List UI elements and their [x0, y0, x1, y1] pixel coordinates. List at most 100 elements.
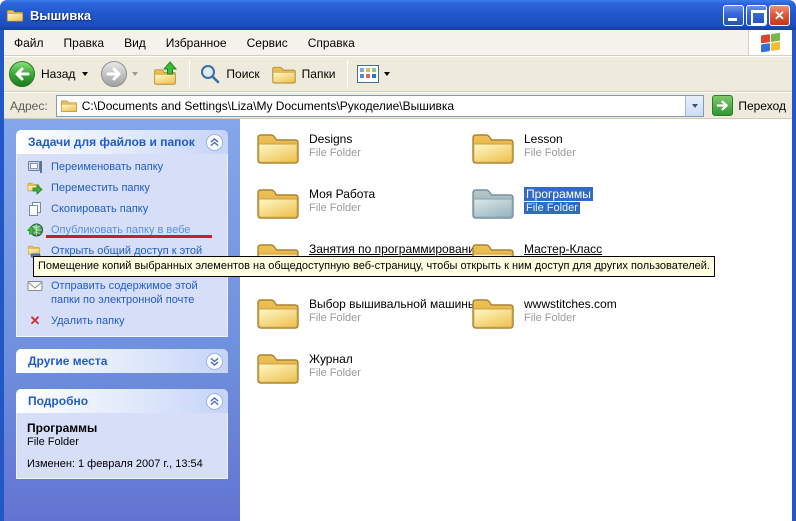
- address-dropdown-button[interactable]: [685, 96, 703, 116]
- up-button[interactable]: [152, 61, 178, 87]
- tasks-panel-title: Задачи для файлов и папок: [28, 135, 206, 149]
- menu-help[interactable]: Справка: [298, 32, 365, 54]
- task-label[interactable]: Отправить содержимое этой папки по элект…: [51, 279, 211, 307]
- search-label: Поиск: [226, 67, 259, 81]
- forward-dropdown-icon[interactable]: [132, 72, 138, 76]
- address-label: Адрес:: [10, 99, 48, 113]
- task-label[interactable]: Скопировать папку: [51, 202, 148, 216]
- folder-name: Программы: [524, 187, 593, 201]
- details-panel: Подробно Программы File Folder Изменен: …: [16, 389, 228, 479]
- task-move-folder[interactable]: Переместить папку: [27, 181, 219, 195]
- search-button[interactable]: Поиск: [195, 63, 266, 85]
- folder-item-lesson[interactable]: Lesson File Folder: [470, 128, 682, 166]
- other-places-title: Другие места: [28, 354, 206, 368]
- folder-name: Lesson: [524, 132, 576, 146]
- content-area: Задачи для файлов и папок Пе: [4, 119, 792, 521]
- task-label[interactable]: Переместить папку: [51, 181, 150, 195]
- tasks-panel-header[interactable]: Задачи для файлов и папок: [16, 130, 228, 154]
- task-pane-sidebar: Задачи для файлов и папок Пе: [4, 119, 240, 521]
- folder-type: File Folder: [524, 202, 580, 214]
- folder-icon: [470, 128, 516, 166]
- address-folder-icon: [60, 98, 78, 113]
- folder-icon: [255, 128, 301, 166]
- window-folder-icon: [6, 7, 24, 23]
- folder-icon-selected: [470, 183, 516, 221]
- details-item-type: File Folder: [27, 436, 217, 448]
- other-places-panel: Другие места: [16, 349, 228, 373]
- windows-flag-icon: [761, 32, 781, 53]
- minimize-button[interactable]: [723, 5, 744, 26]
- toolbar-separator: [189, 60, 190, 88]
- back-icon: [8, 60, 36, 88]
- folder-name: Занятия по программированию: [309, 242, 484, 256]
- explorer-window: Вышивка Файл Правка Вид Избранное Сервис…: [0, 0, 796, 521]
- address-input[interactable]: C:\Documents and Settings\Liza\My Docume…: [56, 95, 705, 117]
- maximize-button[interactable]: [746, 5, 767, 26]
- folder-type: File Folder: [309, 146, 361, 160]
- folder-item-vybor-mashiny[interactable]: Выбор вышивальной машины File Folder: [255, 293, 467, 331]
- go-button[interactable]: [712, 95, 733, 116]
- task-email-folder[interactable]: Отправить содержимое этой папки по элект…: [27, 279, 219, 307]
- folder-type: File Folder: [309, 366, 361, 380]
- up-arrow-icon: [162, 61, 178, 75]
- move-folder-icon: [27, 181, 43, 195]
- folder-name: Моя Работа: [309, 187, 375, 201]
- folder-type: File Folder: [524, 311, 617, 325]
- menu-favorites[interactable]: Избранное: [156, 32, 237, 54]
- back-dropdown-icon[interactable]: [82, 72, 88, 76]
- publish-folder-icon: [27, 223, 43, 237]
- menu-view[interactable]: Вид: [114, 32, 156, 54]
- annotation-red-underline: [46, 235, 212, 238]
- folder-name: wwwstitches.com: [524, 297, 617, 311]
- menu-edit[interactable]: Правка: [54, 32, 115, 54]
- go-arrow-icon: [715, 98, 730, 113]
- views-button[interactable]: [353, 65, 398, 83]
- tooltip: Помещение копий выбранных элементов на о…: [33, 256, 715, 277]
- toolbar: Назад П: [4, 57, 792, 92]
- email-folder-icon: [27, 279, 43, 293]
- folder-list: Designs File Folder Lesson File Folder М…: [240, 119, 792, 521]
- rename-folder-icon: [27, 160, 43, 174]
- file-folder-tasks-panel: Задачи для файлов и папок Пе: [16, 130, 228, 337]
- copy-folder-icon: [27, 202, 43, 216]
- close-button[interactable]: [769, 5, 790, 26]
- views-dropdown-icon[interactable]: [384, 72, 390, 76]
- folder-name: Designs: [309, 132, 361, 146]
- folder-name: Журнал: [309, 352, 361, 366]
- expand-chevron-icon[interactable]: [206, 353, 223, 370]
- go-label[interactable]: Переход: [738, 99, 786, 113]
- collapse-chevron-icon[interactable]: [206, 134, 223, 151]
- back-button[interactable]: Назад: [4, 60, 96, 88]
- windows-logo: [748, 30, 792, 55]
- task-delete-folder[interactable]: ✕ Удалить папку: [27, 314, 219, 328]
- menu-bar: Файл Правка Вид Избранное Сервис Справка: [4, 30, 792, 56]
- task-rename-folder[interactable]: Переименовать папку: [27, 160, 219, 174]
- folder-icon: [470, 293, 516, 331]
- folders-button[interactable]: Папки: [267, 63, 343, 85]
- collapse-chevron-icon[interactable]: [206, 393, 223, 410]
- folders-icon: [271, 63, 297, 85]
- title-bar: Вышивка: [0, 0, 796, 30]
- task-copy-folder[interactable]: Скопировать папку: [27, 202, 219, 216]
- folders-label: Папки: [302, 67, 336, 81]
- menu-file[interactable]: Файл: [4, 32, 54, 54]
- forward-icon: [100, 60, 128, 88]
- address-path[interactable]: C:\Documents and Settings\Liza\My Docume…: [82, 99, 686, 113]
- forward-button[interactable]: [96, 60, 146, 88]
- folder-type: File Folder: [309, 201, 375, 215]
- folder-item-zhurnal[interactable]: Журнал File Folder: [255, 348, 467, 386]
- toolbar-separator: [347, 60, 348, 88]
- other-places-header[interactable]: Другие места: [16, 349, 228, 373]
- folder-item-programmy-selected[interactable]: Программы File Folder: [470, 183, 682, 221]
- folder-item-moya-rabota[interactable]: Моя Работа File Folder: [255, 183, 467, 221]
- folder-item-designs[interactable]: Designs File Folder: [255, 128, 467, 166]
- folder-type: File Folder: [524, 146, 576, 160]
- details-item-name: Программы: [27, 421, 217, 435]
- folder-item-wwwstitches[interactable]: wwwstitches.com File Folder: [470, 293, 682, 331]
- folder-icon: [255, 293, 301, 331]
- folder-name: Выбор вышивальной машины: [309, 297, 477, 311]
- menu-tools[interactable]: Сервис: [237, 32, 298, 54]
- details-header[interactable]: Подробно: [16, 389, 228, 413]
- task-label[interactable]: Переименовать папку: [51, 160, 163, 174]
- task-label[interactable]: Удалить папку: [51, 314, 125, 328]
